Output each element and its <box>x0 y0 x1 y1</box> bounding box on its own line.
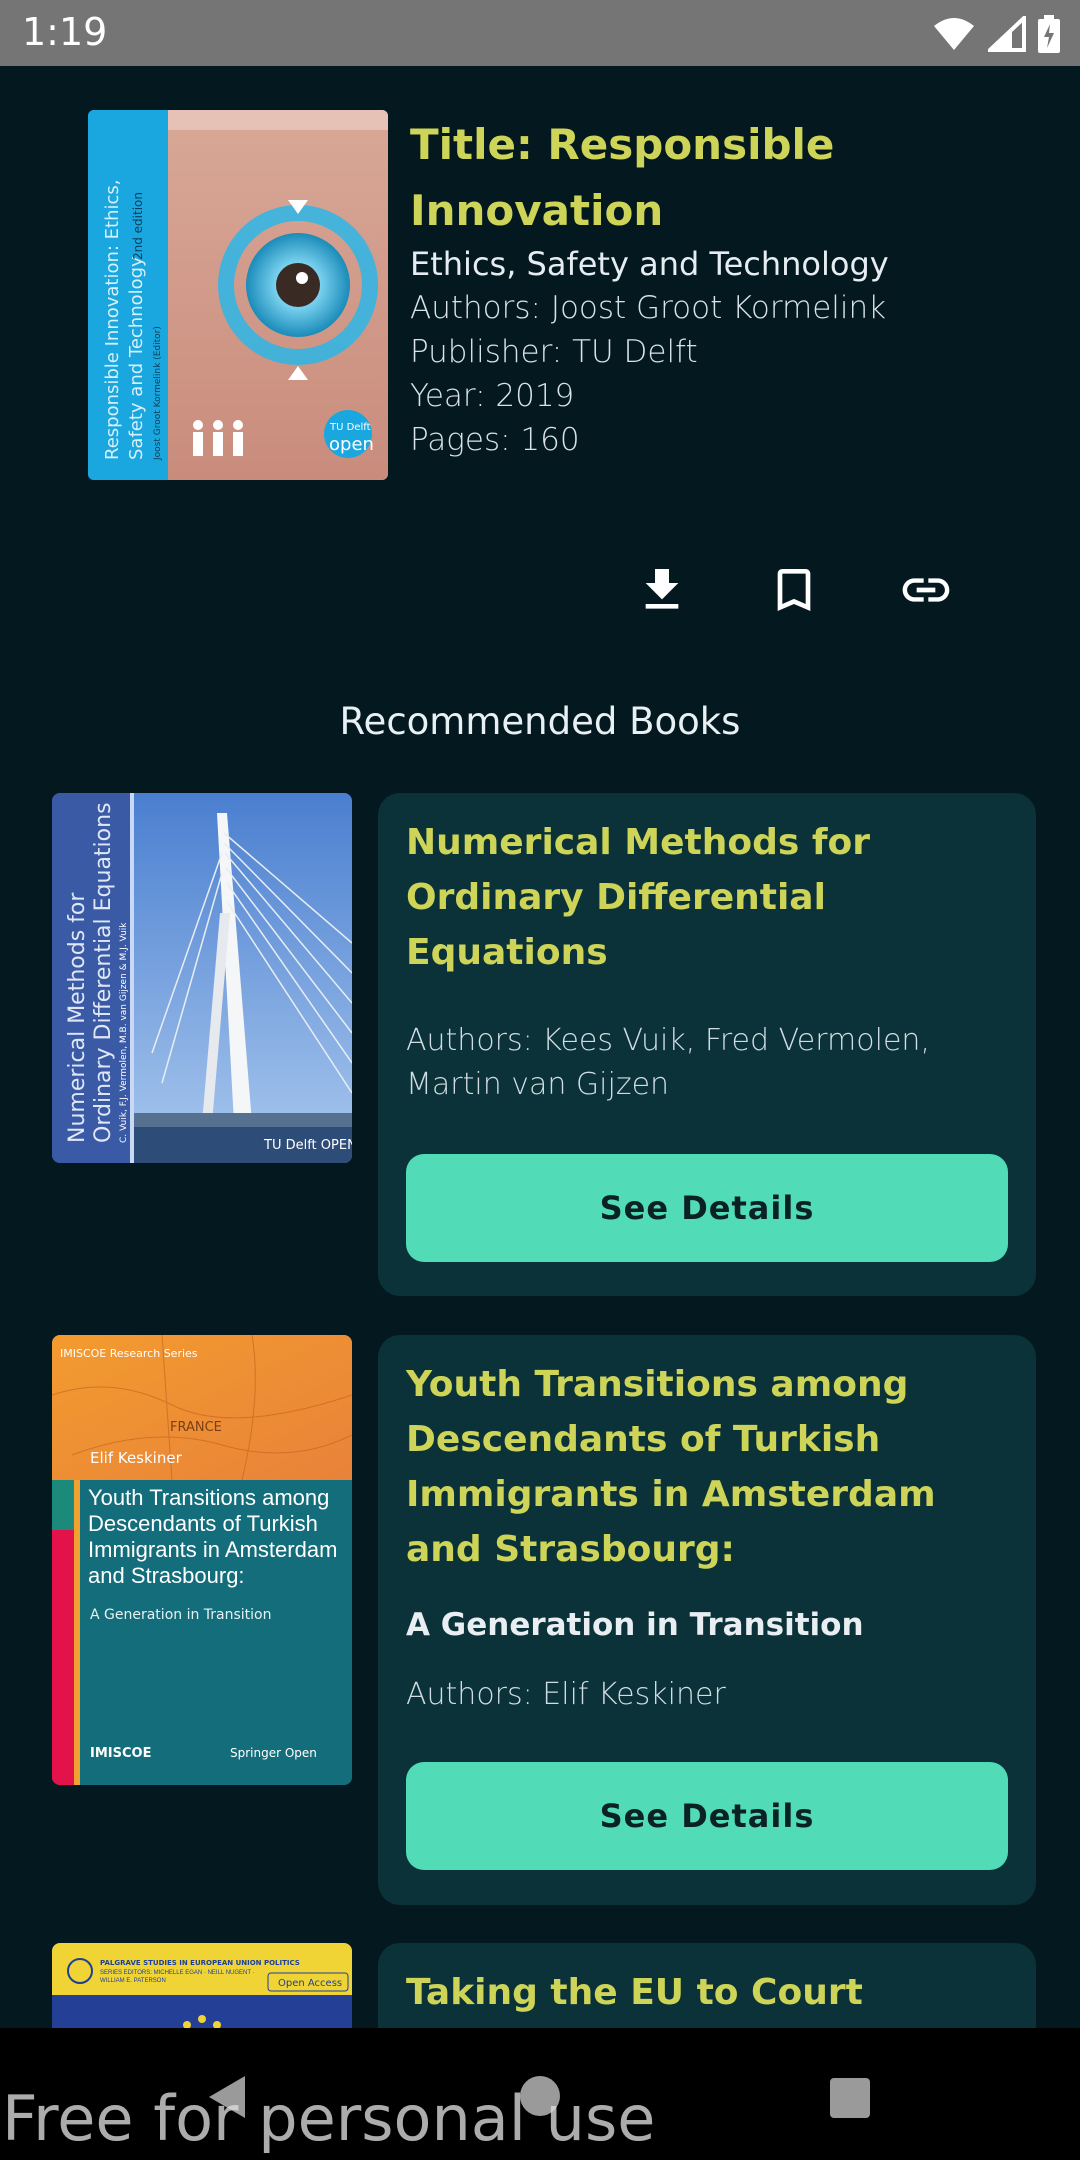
recommended-title-2[interactable]: Youth Transitions among Descendants of T… <box>406 1357 1006 1577</box>
recommended-subtitle-2: A Generation in Transition <box>406 1607 864 1643</box>
cover1-title-line2: Ordinary Differential Equations <box>91 802 116 1143</box>
book-title: Title: Responsible Innovation <box>410 120 835 235</box>
cover3-badge: Open Access <box>278 1978 342 1989</box>
book-info: Title: Responsible Innovation Ethics, Sa… <box>410 112 1050 462</box>
book-cover-image: TU Delft open Responsible Innovation: Et… <box>88 110 388 480</box>
bookmark-icon <box>777 569 811 611</box>
recommended-cover-1[interactable]: TU Delft OPEN Numerical Methods for Ordi… <box>52 793 352 1163</box>
wifi-icon <box>934 18 974 50</box>
cover2-title: Youth Transitions among Descendants of T… <box>88 1485 338 1588</box>
share-link-button[interactable] <box>894 558 958 622</box>
link-icon <box>902 578 950 602</box>
cover-badge-open: open <box>329 434 374 455</box>
recommended-authors-1: Authors: Kees Vuik, Fred Vermolen, Marti… <box>406 1023 930 1102</box>
recents-icon[interactable] <box>830 2078 870 2118</box>
cover-title-line1: Responsible Innovation: Ethics, <box>102 179 123 460</box>
bookmark-button[interactable] <box>762 558 826 622</box>
download-icon <box>645 569 679 609</box>
section-title: Recommended Books <box>339 700 741 743</box>
cover1-title-line1: Numerical Methods for <box>65 892 90 1143</box>
recommended-card-1: Numerical Methods for Ordinary Different… <box>378 793 1036 1296</box>
recommended-authors-2: Authors: Elif Keskiner <box>406 1677 726 1712</box>
watermark-text: Free for personal use <box>2 2082 656 2155</box>
book-year: Year: 2019 <box>410 378 575 414</box>
book-pages: Pages: 160 <box>410 422 580 458</box>
cover2-author: Elif Keskiner <box>90 1449 183 1467</box>
see-details-button-2[interactable]: See Details <box>406 1762 1008 1870</box>
cover2-series: IMISCOE Research Series <box>60 1347 198 1360</box>
cover-editor: Joost Groot Kormelink (Editor) <box>153 326 163 461</box>
cover2-imprint-left: IMISCOE <box>90 1746 151 1761</box>
cover3-series: PALGRAVE STUDIES IN EUROPEAN UNION POLIT… <box>100 1959 300 1967</box>
screen: 1:19 TU Delft open Responsible Innovatio… <box>0 0 1080 2160</box>
cover3-editors: SERIES EDITORS: MICHELLE EGAN · NEILL NU… <box>100 1970 255 1984</box>
cell-signal-icon <box>988 16 1026 52</box>
cover2-map-label: FRANCE <box>170 1420 222 1435</box>
book-publisher: Publisher: TU Delft <box>410 334 698 370</box>
cover2-subtitle: A Generation in Transition <box>90 1607 272 1623</box>
cover1-authors: C. Vuik, F.J. Vermolen, M.B. van Gijzen … <box>119 922 129 1143</box>
status-time: 1:19 <box>22 10 108 54</box>
cover-edition: 2nd edition <box>131 192 145 260</box>
cover-title-line2: Safety and Technology <box>126 256 147 460</box>
recommended-cover-2[interactable]: IMISCOE Research Series FRANCE Elif Kesk… <box>52 1335 352 1785</box>
recommended-title-1[interactable]: Numerical Methods for Ordinary Different… <box>406 815 1006 980</box>
download-button[interactable] <box>630 558 694 622</box>
status-bar: 1:19 <box>0 0 1080 66</box>
book-subtitle: Ethics, Safety and Technology <box>410 245 889 283</box>
cover-badge-text: TU Delft <box>329 422 371 433</box>
book-authors: Authors: Joost Groot Kormelink <box>410 290 887 326</box>
battery-icon <box>1038 15 1060 53</box>
recommended-card-2: Youth Transitions among Descendants of T… <box>378 1335 1036 1905</box>
cover1-publisher: TU Delft OPEN <box>263 1138 352 1153</box>
recommended-title-3[interactable]: Taking the EU to Court <box>406 1965 1006 2020</box>
cover2-imprint-right: Springer Open <box>230 1746 317 1760</box>
status-icons <box>932 14 1060 54</box>
see-details-button-1[interactable]: See Details <box>406 1154 1008 1262</box>
